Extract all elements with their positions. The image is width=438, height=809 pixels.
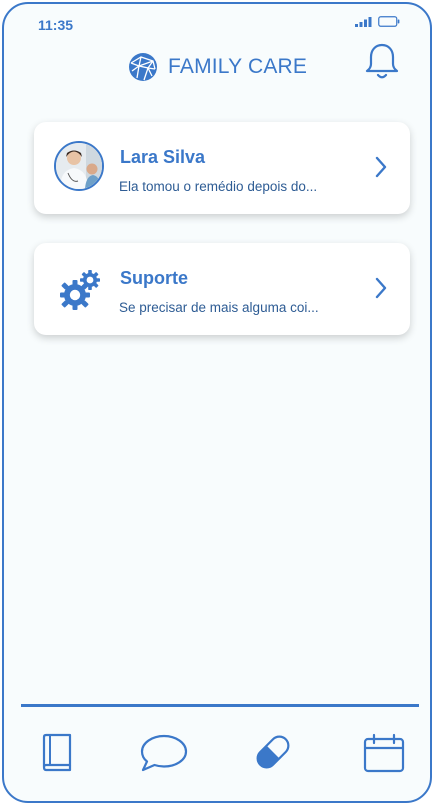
support-card[interactable]: Suporte Se precisar de mais alguma coi..… (34, 243, 410, 335)
calendar-icon[interactable] (362, 732, 406, 774)
card-title: Suporte (120, 268, 189, 288)
chat-icon[interactable] (138, 733, 190, 773)
globe-logo-icon (129, 53, 157, 81)
phone-screen: 11:35 FAMILY CARE Lara Silva Ela tomou o… (2, 2, 432, 803)
battery-icon (378, 16, 400, 27)
avatar (54, 141, 104, 191)
status-time: 11:35 (38, 17, 74, 33)
gears-icon (60, 270, 100, 310)
book-icon[interactable] (40, 731, 74, 773)
bell-icon[interactable] (364, 42, 400, 82)
signal-bars-icon (355, 16, 372, 27)
status-icons (355, 16, 400, 27)
brand: FAMILY CARE (128, 52, 307, 82)
card-message-preview: Se precisar de mais alguma coi... (119, 300, 319, 315)
brand-name: FAMILY CARE (168, 55, 308, 78)
chevron-right-icon (375, 156, 387, 178)
conversation-card-lara-silva[interactable]: Lara Silva Ela tomou o remédio depois do… (34, 122, 410, 214)
bottom-nav-divider (21, 704, 419, 707)
chevron-right-icon (375, 277, 387, 299)
app-header: FAMILY CARE (4, 42, 430, 92)
pill-icon[interactable] (252, 731, 294, 773)
card-title: Lara Silva (120, 147, 206, 167)
card-message-preview: Ela tomou o remédio depois do... (119, 179, 318, 194)
